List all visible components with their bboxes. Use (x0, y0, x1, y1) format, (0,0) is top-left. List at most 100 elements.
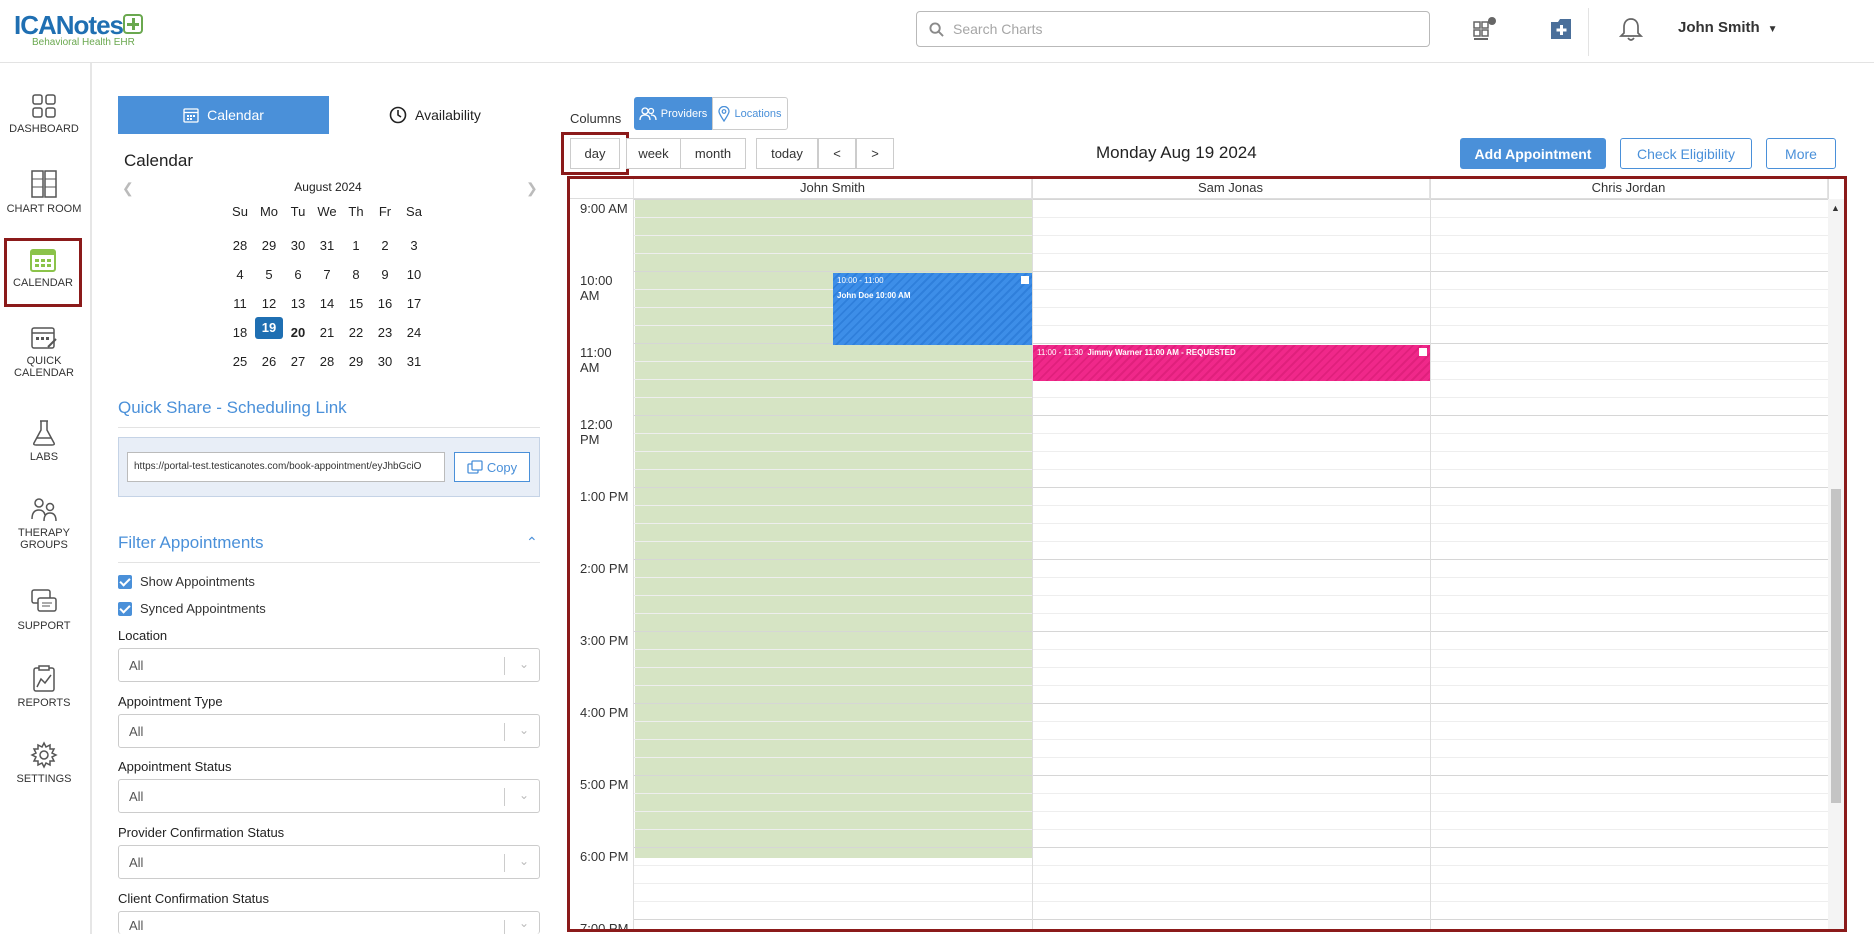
add-appointment-button[interactable]: Add Appointment (1460, 138, 1606, 169)
nav-quick-calendar[interactable]: QUICK CALENDAR (0, 325, 88, 379)
calendar-grid: John Smith Sam Jonas Chris Jordan 9:00 A… (570, 179, 1844, 929)
mini-calendar-day[interactable]: 8 (342, 267, 370, 282)
mini-calendar-day[interactable]: 30 (371, 354, 399, 369)
grid-line (634, 217, 1828, 218)
new-patient-icon[interactable] (1544, 12, 1578, 46)
providers-toggle[interactable]: Providers (634, 97, 712, 130)
bell-icon[interactable] (1614, 12, 1648, 46)
therapy-groups-icon (31, 498, 57, 522)
nav-settings[interactable]: SETTINGS (0, 741, 88, 785)
logo-plus-icon (123, 14, 144, 34)
mini-next-month[interactable]: ❯ (526, 180, 538, 197)
mini-calendar-day[interactable]: 17 (400, 296, 428, 311)
locations-toggle[interactable]: Locations (712, 97, 788, 130)
mini-calendar-day[interactable]: 11 (226, 296, 254, 311)
today-button[interactable]: today (756, 138, 818, 169)
mini-calendar-day[interactable]: 27 (284, 354, 312, 369)
prev-day-button[interactable]: < (818, 138, 856, 169)
chart-add-icon[interactable] (1468, 12, 1502, 46)
mini-calendar-day[interactable]: 31 (400, 354, 428, 369)
logo[interactable]: ICANotes Behavioral Health EHR (14, 10, 144, 48)
mini-calendar-day[interactable]: 19 (255, 317, 283, 339)
search-input[interactable] (953, 18, 1413, 40)
grid-line (634, 667, 1828, 668)
nav-support[interactable]: SUPPORT (0, 588, 88, 632)
weekday-header: Sa (406, 204, 422, 219)
nav-dashboard[interactable]: DASHBOARD (0, 93, 88, 135)
month-view-button[interactable]: month (680, 138, 746, 169)
mini-calendar-day[interactable]: 25 (226, 354, 254, 369)
check-eligibility-button[interactable]: Check Eligibility (1620, 138, 1752, 169)
chevron-down-icon: ⌄ (518, 916, 529, 930)
mini-calendar-day[interactable]: 26 (255, 354, 283, 369)
grid-line (634, 811, 1828, 812)
search-bar[interactable] (916, 11, 1430, 47)
nav-labs[interactable]: LABS (0, 419, 88, 463)
location-select[interactable]: All ⌄ (118, 648, 540, 682)
chevron-down-icon: ⌄ (518, 723, 529, 737)
share-link-field[interactable]: https://portal-test.testicanotes.com/boo… (127, 452, 445, 482)
copy-icon (467, 460, 483, 474)
grid-line (634, 559, 1828, 560)
mini-calendar-day[interactable]: 2 (371, 238, 399, 253)
mini-calendar-day[interactable]: 16 (371, 296, 399, 311)
appointment-time: 11:00 - 11:30 (1037, 348, 1083, 357)
grid-scrollbar[interactable]: ▲ (1828, 199, 1844, 929)
logo-text: ICANotes (14, 10, 124, 40)
nav-calendar-label: CALENDAR (13, 277, 73, 289)
mini-calendar-day[interactable]: 23 (371, 325, 399, 340)
copy-button[interactable]: Copy (454, 452, 530, 482)
mini-calendar-day[interactable]: 10 (400, 267, 428, 282)
mini-calendar-day[interactable]: 7 (313, 267, 341, 282)
nav-calendar[interactable]: CALENDAR (4, 238, 82, 307)
mini-calendar-day[interactable]: 6 (284, 267, 312, 282)
mini-calendar-day[interactable]: 24 (400, 325, 428, 340)
filter-title: Filter Appointments (118, 533, 264, 552)
more-button[interactable]: More (1766, 138, 1836, 169)
mini-calendar-day[interactable]: 1 (342, 238, 370, 253)
appointment-block[interactable]: 10:00 - 11:00 John Doe 10:00 AM (833, 273, 1032, 345)
mini-calendar-day[interactable]: 28 (226, 238, 254, 253)
mini-calendar-day[interactable]: 28 (313, 354, 341, 369)
mini-calendar-day[interactable]: 22 (342, 325, 370, 340)
appointment-type-select[interactable]: All ⌄ (118, 714, 540, 748)
mini-calendar-day[interactable]: 18 (226, 325, 254, 340)
grid-line (634, 703, 1828, 704)
reports-icon (33, 665, 55, 692)
mini-calendar-day[interactable]: 20 (284, 325, 312, 340)
mini-calendar-day[interactable]: 21 (313, 325, 341, 340)
mini-calendar-day[interactable]: 3 (400, 238, 428, 253)
user-menu[interactable]: John Smith ▼ (1678, 19, 1778, 36)
mini-calendar-day[interactable]: 13 (284, 296, 312, 311)
client-confirmation-select[interactable]: All ⌄ (118, 911, 540, 934)
provider-confirmation-label: Provider Confirmation Status (118, 825, 285, 840)
column-header: John Smith (634, 179, 1032, 199)
provider-confirmation-select[interactable]: All ⌄ (118, 845, 540, 879)
mini-calendar-day[interactable]: 29 (342, 354, 370, 369)
tab-availability[interactable]: Availability (330, 96, 540, 134)
scroll-thumb[interactable] (1831, 489, 1841, 803)
appointment-block[interactable]: 11:00 - 11:30 Jimmy Warner 11:00 AM - RE… (1033, 345, 1430, 381)
next-day-button[interactable]: > (856, 138, 894, 169)
mini-calendar-day[interactable]: 9 (371, 267, 399, 282)
mini-prev-month[interactable]: ❮ (122, 180, 134, 197)
nav-chart-room[interactable]: CHART ROOM (0, 169, 88, 215)
mini-calendar-day[interactable]: 12 (255, 296, 283, 311)
mini-calendar-day[interactable]: 15 (342, 296, 370, 311)
mini-calendar-day[interactable]: 4 (226, 267, 254, 282)
appointment-status-select[interactable]: All ⌄ (118, 779, 540, 813)
nav-therapy-groups[interactable]: THERAPY GROUPS (0, 495, 88, 551)
nav-reports[interactable]: REPORTS (0, 665, 88, 709)
week-view-button[interactable]: week (626, 138, 680, 169)
collapse-chevron-icon[interactable]: ⌃ (526, 534, 538, 551)
tab-calendar[interactable]: Calendar (118, 96, 329, 134)
mini-calendar-day[interactable]: 14 (313, 296, 341, 311)
scroll-up-arrow-icon[interactable]: ▲ (1831, 203, 1840, 213)
mini-calendar-day[interactable]: 31 (313, 238, 341, 253)
mini-calendar-day[interactable]: 29 (255, 238, 283, 253)
synced-appointments-checkbox[interactable]: Synced Appointments (118, 601, 266, 616)
mini-calendar-day[interactable]: 30 (284, 238, 312, 253)
show-appointments-checkbox[interactable]: Show Appointments (118, 574, 255, 589)
mini-calendar-day[interactable]: 5 (255, 267, 283, 282)
grid-line (634, 487, 1828, 488)
